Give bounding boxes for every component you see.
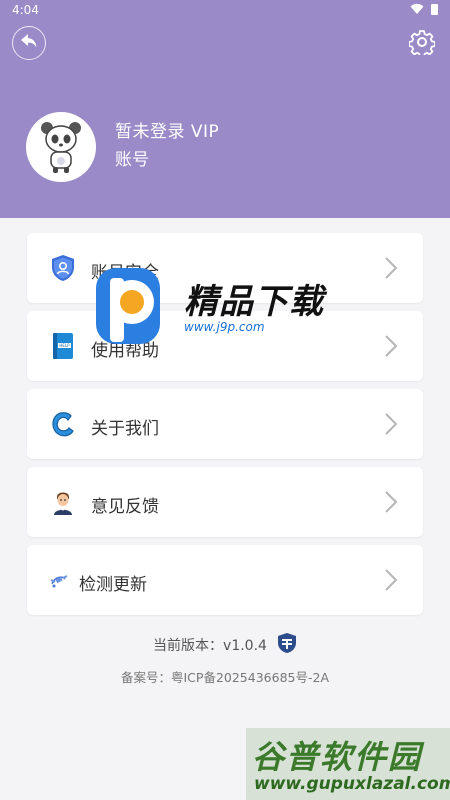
icp-record[interactable]: 备案号：粤ICP备2025436685号-2A (0, 667, 450, 686)
chevron-right-icon (383, 256, 399, 280)
menu-item-check-update[interactable]: 检测更新 (27, 545, 423, 615)
menu-item-feedback[interactable]: 意见反馈 (27, 467, 423, 537)
help-book-icon: HELP (49, 332, 77, 360)
about-c-icon (49, 410, 77, 438)
back-button[interactable] (12, 26, 46, 60)
update-satellite-icon (49, 570, 69, 590)
shield-user-icon (49, 254, 77, 282)
feedback-person-icon (49, 488, 77, 516)
p-logo-icon (96, 268, 172, 348)
badge-icon (277, 632, 297, 658)
watermark-corner-title: 谷普软件园 (252, 738, 423, 776)
watermark-center: 精品下载 www.j9p.com (96, 268, 356, 348)
menu-item-label: 意见反馈 (91, 497, 159, 517)
menu-item-label: 检测更新 (79, 575, 147, 595)
status-time: 4:04 (12, 3, 39, 17)
gear-icon (408, 29, 436, 59)
status-bar: 4:04 (0, 0, 450, 20)
watermark-corner-url: www.gupuxlazal.com (254, 774, 450, 794)
back-arrow-icon (20, 33, 38, 53)
version-info: 当前版本：v1.0.4 (0, 632, 450, 658)
wifi-icon (410, 3, 424, 18)
chevron-right-icon (383, 490, 399, 514)
version-text: 当前版本：v1.0.4 (153, 638, 267, 654)
menu-item-label: 关于我们 (91, 419, 159, 439)
profile-header: 4:04 暂未登录 VIP 账号 (0, 0, 450, 218)
chevron-right-icon (383, 568, 399, 592)
panda-avatar-icon (26, 122, 96, 182)
battery-icon (431, 4, 438, 15)
chevron-right-icon (383, 412, 399, 436)
chevron-right-icon (383, 334, 399, 358)
avatar[interactable] (26, 112, 96, 182)
watermark-url: www.j9p.com (184, 320, 265, 334)
watermark-corner: 谷普软件园 www.gupuxlazal.com (246, 728, 450, 800)
svg-text:HELP: HELP (59, 343, 70, 348)
account-label: 账号 (115, 150, 149, 170)
menu-item-about[interactable]: 关于我们 (27, 389, 423, 459)
user-login-status[interactable]: 暂未登录 VIP (115, 117, 219, 142)
watermark-title: 精品下载 (184, 282, 324, 322)
settings-button[interactable] (408, 30, 436, 58)
